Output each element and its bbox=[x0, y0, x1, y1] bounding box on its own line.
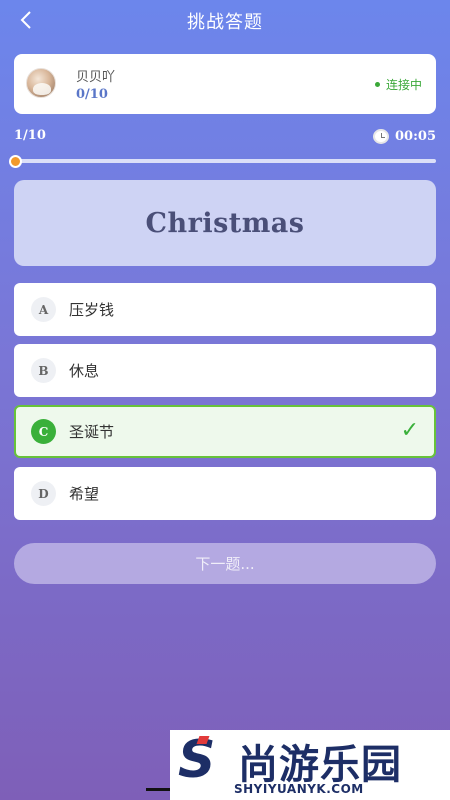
option-c[interactable]: C 圣诞节 ✓ bbox=[14, 405, 436, 458]
status-label: 连接中 bbox=[385, 78, 422, 92]
option-text: 希望 bbox=[69, 485, 100, 503]
player-name: 贝贝吖 bbox=[76, 70, 116, 85]
option-text: 圣诞节 bbox=[69, 423, 115, 441]
option-b[interactable]: B 休息 bbox=[14, 344, 436, 397]
page-title: 挑战答题 bbox=[187, 12, 263, 33]
option-letter: C bbox=[31, 419, 56, 444]
option-d[interactable]: D 希望 bbox=[14, 467, 436, 520]
top-nav-bar: 挑战答题 bbox=[0, 0, 450, 40]
home-indicator bbox=[146, 788, 170, 791]
option-text: 压岁钱 bbox=[69, 301, 115, 319]
timer-value: 00:05 bbox=[395, 129, 436, 144]
player-score: 0/10 bbox=[76, 87, 108, 102]
option-letter: D bbox=[31, 481, 56, 506]
option-letter: B bbox=[31, 358, 56, 383]
avatar bbox=[26, 68, 56, 98]
connection-status: 连接中 bbox=[374, 76, 422, 93]
progress-track bbox=[14, 159, 436, 163]
option-letter: A bbox=[31, 297, 56, 322]
player-card: 贝贝吖 0/10 连接中 bbox=[14, 54, 436, 114]
watermark-url: SHYIYUANYK.COM bbox=[234, 782, 364, 796]
next-question-button[interactable]: 下一题... bbox=[14, 543, 436, 584]
stopwatch-icon bbox=[373, 129, 390, 144]
option-text: 休息 bbox=[69, 362, 100, 380]
watermark-logo: S 尚游乐园 SHYIYUANYK.COM bbox=[170, 730, 450, 800]
status-dot-icon bbox=[374, 82, 380, 87]
checkmark-icon: ✓ bbox=[400, 418, 419, 443]
question-progress-label: 1/10 bbox=[14, 128, 46, 143]
countdown-timer: 00:05 bbox=[373, 129, 436, 144]
question-card: Christmas bbox=[14, 180, 436, 266]
option-a[interactable]: A 压岁钱 bbox=[14, 283, 436, 336]
progress-knob bbox=[9, 155, 22, 168]
question-word: Christmas bbox=[145, 207, 305, 239]
